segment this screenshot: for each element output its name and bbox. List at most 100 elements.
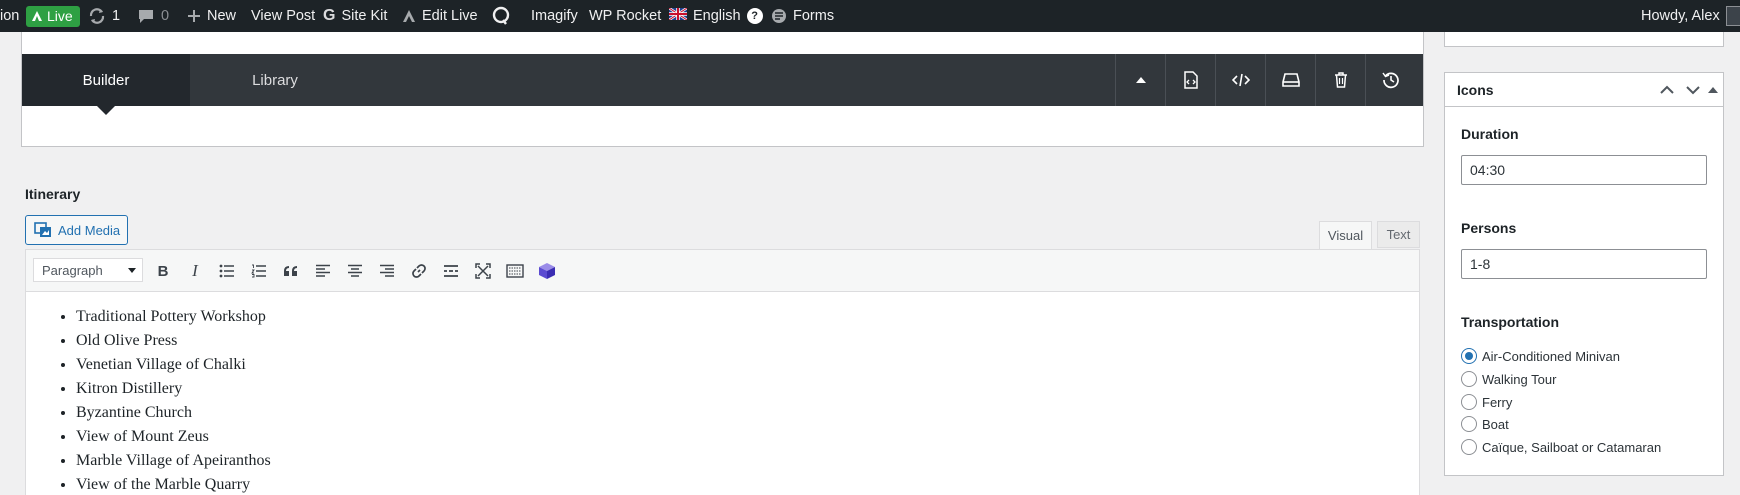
align-right-button[interactable]: [375, 259, 399, 283]
new-content-item[interactable]: New: [187, 0, 236, 32]
file-code-icon: [1183, 71, 1198, 89]
link-icon: [412, 264, 426, 278]
comments-item[interactable]: 0: [137, 0, 169, 32]
media-icon: [34, 222, 51, 237]
radio-caique-sailboat-catamaran[interactable]: Caïque, Sailboat or Catamaran: [1461, 439, 1661, 455]
help-icon[interactable]: ?: [746, 8, 763, 24]
radio-boat[interactable]: Boat: [1461, 416, 1509, 432]
list-item: Old Olive Press: [76, 329, 1419, 353]
transportation-label: Transportation: [1461, 314, 1560, 330]
read-more-button[interactable]: [439, 259, 463, 283]
blockquote-icon: [284, 266, 297, 276]
align-right-icon: [380, 264, 394, 277]
bullet-list-button[interactable]: [215, 259, 239, 283]
clear-layout-button[interactable]: [1315, 54, 1365, 106]
wp-rocket-item[interactable]: WP Rocket: [589, 0, 661, 32]
admin-bar: ion Live 1 0 New View Post G Site Kit Ed…: [0, 0, 1740, 32]
tab-text[interactable]: Text: [1377, 221, 1420, 248]
history-button[interactable]: [1365, 54, 1415, 106]
itinerary-label: Itinerary: [25, 186, 81, 202]
forms-icon: [771, 8, 787, 24]
align-center-button[interactable]: [343, 259, 367, 283]
persons-input[interactable]: 1-8: [1461, 249, 1707, 279]
align-left-icon: [316, 264, 330, 277]
toolbar-toggle-button[interactable]: [503, 259, 527, 283]
read-more-icon: [444, 265, 458, 277]
editor-content[interactable]: Traditional Pottery Workshop Old Olive P…: [26, 293, 1419, 495]
chevron-down-icon: [1686, 86, 1700, 95]
list-item: View of Mount Zeus: [76, 425, 1419, 449]
tab-visual[interactable]: Visual: [1319, 221, 1372, 249]
fullscreen-button[interactable]: [471, 259, 495, 283]
numbered-list-icon: [251, 264, 266, 278]
radio-unchecked[interactable]: [1461, 371, 1477, 387]
bold-button[interactable]: B: [151, 259, 175, 283]
bullet-list-icon: [219, 264, 234, 278]
popup-plugin-item[interactable]: [491, 0, 511, 32]
align-center-icon: [348, 264, 362, 277]
radio-unchecked[interactable]: [1461, 439, 1477, 455]
list-item: Marble Village of Apeiranthos: [76, 449, 1419, 473]
popup-plugin-icon: [491, 6, 511, 26]
collapse-button[interactable]: [1115, 54, 1165, 106]
google-g-icon: G: [323, 7, 336, 24]
move-up-button[interactable]: [1657, 80, 1677, 100]
language-item[interactable]: English ?: [668, 0, 763, 32]
format-select[interactable]: Paragraph: [33, 258, 143, 282]
caret-up-icon: [1708, 87, 1718, 93]
tab-builder[interactable]: Builder: [22, 54, 190, 115]
list-item: Kitron Distillery: [76, 377, 1419, 401]
blockquote-button[interactable]: [279, 259, 303, 283]
trash-icon: [1334, 72, 1347, 88]
code-button[interactable]: [1215, 54, 1265, 106]
toggle-panel-button[interactable]: [1703, 80, 1723, 100]
code-icon: [1231, 73, 1250, 87]
chevron-down-icon: [128, 268, 136, 273]
move-down-button[interactable]: [1683, 80, 1703, 100]
radio-air-conditioned-minivan[interactable]: Air-Conditioned Minivan: [1461, 348, 1620, 364]
live-icon: [32, 11, 42, 21]
plus-icon: [187, 9, 201, 23]
edit-live-item[interactable]: Edit Live: [402, 0, 478, 32]
link-button[interactable]: [407, 259, 431, 283]
align-left-button[interactable]: [311, 259, 335, 283]
avatar: [1725, 6, 1740, 26]
tab-library[interactable]: Library: [190, 54, 360, 106]
updates-item[interactable]: 1: [88, 0, 120, 32]
forms-item[interactable]: Forms: [771, 0, 834, 32]
bold-icon: B: [157, 262, 169, 280]
plugin-cube-button[interactable]: [535, 259, 559, 283]
live-pill: Live: [26, 5, 80, 27]
save-layout-button[interactable]: [1265, 54, 1315, 106]
history-icon: [1381, 72, 1399, 89]
page-builder-panel: Builder Library: [21, 32, 1424, 147]
persons-label: Persons: [1461, 220, 1517, 236]
updates-icon: [88, 7, 106, 25]
my-account-item[interactable]: Howdy, Alex: [1641, 0, 1740, 32]
itinerary-list: Traditional Pottery Workshop Old Olive P…: [26, 293, 1419, 495]
icons-box-header[interactable]: Icons: [1445, 73, 1723, 107]
radio-unchecked[interactable]: [1461, 394, 1477, 410]
radio-unchecked[interactable]: [1461, 416, 1477, 432]
toolbar-toggle-icon: [506, 264, 524, 278]
imagify-item[interactable]: Imagify: [531, 0, 578, 32]
save-layout-icon: [1281, 73, 1300, 87]
page-template-button[interactable]: [1165, 54, 1215, 106]
uk-flag-icon: [668, 6, 688, 24]
editor-toolbar: Paragraph B I: [26, 250, 1419, 292]
numbered-list-button[interactable]: [247, 259, 271, 283]
icons-meta-box: Icons Duration 04:30 Persons 1-8 Transpo…: [1444, 72, 1724, 476]
live-badge[interactable]: Live: [26, 0, 80, 32]
italic-button[interactable]: I: [183, 259, 207, 283]
add-media-button[interactable]: Add Media: [25, 215, 128, 245]
radio-walking-tour[interactable]: Walking Tour: [1461, 371, 1556, 387]
builder-toolbar: Builder Library: [22, 54, 1423, 115]
site-kit-item[interactable]: G Site Kit: [323, 0, 387, 32]
view-post-link[interactable]: View Post: [251, 0, 315, 32]
radio-ferry[interactable]: Ferry: [1461, 394, 1512, 410]
chevron-up-icon: [1660, 85, 1674, 94]
duration-input[interactable]: 04:30: [1461, 155, 1707, 185]
site-name-fragment[interactable]: ion: [0, 0, 19, 32]
radio-checked[interactable]: [1461, 348, 1477, 364]
caret-up-icon: [1135, 77, 1146, 83]
